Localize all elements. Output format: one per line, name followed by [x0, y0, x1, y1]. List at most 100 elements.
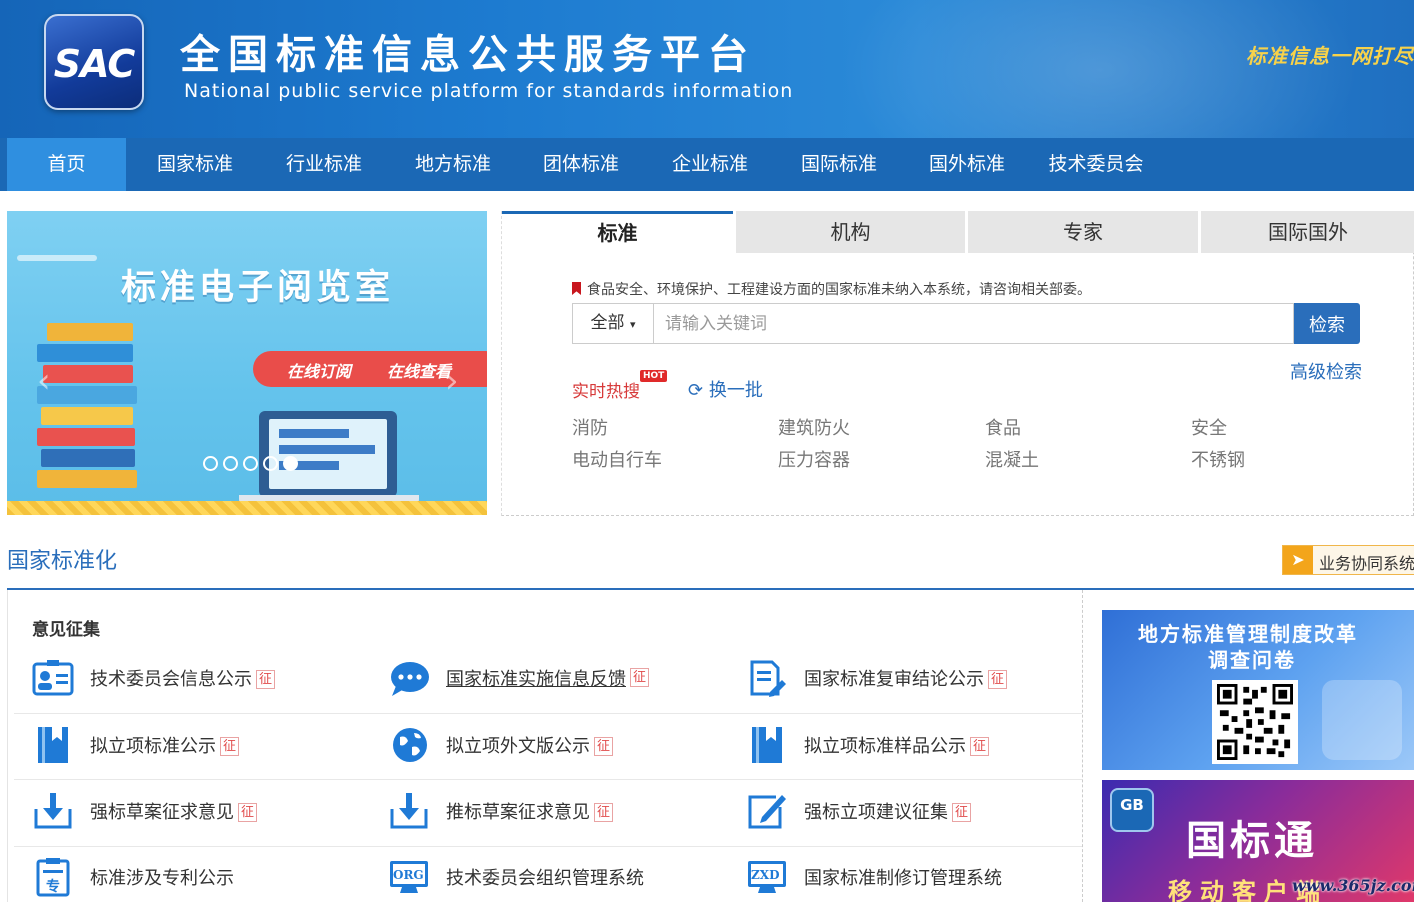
hot-keyword[interactable]: 压力容器: [778, 446, 850, 472]
opinion-item-label: 国家标准复审结论公示征: [804, 665, 1008, 691]
hot-keyword[interactable]: 混凝土: [985, 446, 1039, 472]
opinion-item-label: 国家标准实施信息反馈: [446, 669, 626, 690]
solicit-tag: 征: [220, 737, 240, 756]
gbt-title: 国标通: [1186, 817, 1318, 864]
tab-organization[interactable]: 机构: [736, 211, 965, 253]
solicit-tag: 征: [238, 803, 258, 822]
scope-dropdown[interactable]: 全部 ▾: [573, 304, 654, 343]
row-divider: [14, 779, 1082, 780]
laptop-illustration: [259, 411, 397, 497]
search-input[interactable]: [657, 306, 1293, 341]
hot-keyword[interactable]: 建筑防火: [778, 414, 850, 440]
nav-foreign-standards[interactable]: 国外标准: [906, 138, 1028, 191]
nav-enterprise-standards[interactable]: 企业标准: [649, 138, 771, 191]
banner-wave-border: [7, 501, 487, 515]
sac-logo[interactable]: SAC: [44, 14, 144, 110]
carousel-dot-2[interactable]: [223, 456, 238, 471]
refresh-link[interactable]: ⟳ 换一批: [688, 376, 763, 402]
carousel-dot-5[interactable]: [283, 456, 298, 471]
svg-text:专: 专: [46, 878, 60, 895]
site-subtitle: National public service platform for sta…: [184, 80, 794, 102]
id-card-icon: [32, 660, 74, 696]
banner-decor-line: [17, 255, 97, 261]
hot-keyword[interactable]: 安全: [1191, 414, 1227, 440]
solicit-tag: 征: [988, 670, 1008, 689]
book-icon: [38, 727, 68, 763]
opinion-item-label: 推标草案征求意见征: [446, 798, 614, 824]
opinion-item-label: 标准涉及专利公示: [90, 868, 234, 889]
nav-group-standards[interactable]: 团体标准: [520, 138, 642, 191]
solicit-tag: 征: [952, 803, 972, 822]
paper-plane-icon: ➤: [1283, 546, 1313, 574]
opinion-item-label: 拟立项外文版公示征: [446, 732, 614, 758]
solicit-tag: 征: [594, 737, 614, 756]
patent-doc-icon: 专: [36, 858, 70, 897]
edit-icon: [748, 795, 786, 829]
tab-expert[interactable]: 专家: [968, 211, 1198, 253]
tab-international[interactable]: 国际国外: [1201, 211, 1414, 253]
refresh-icon: ⟳: [688, 380, 704, 401]
search-box: 全部 ▾: [572, 303, 1294, 344]
org-icon: ORG: [390, 861, 428, 893]
opinion-item-label: 技术委员会组织管理系统: [446, 868, 644, 889]
business-collab-label: 业务协同系统: [1319, 554, 1414, 573]
opinion-item-label: 拟立项标准公示征: [90, 732, 240, 758]
nav-national-standards[interactable]: 国家标准: [134, 138, 256, 191]
opinion-title: 意见征集: [32, 620, 100, 640]
bookmark-flag-icon: [572, 282, 581, 295]
nav-international-standards[interactable]: 国际标准: [778, 138, 900, 191]
hot-search-label: 实时热搜: [572, 382, 640, 402]
nav-local-standards[interactable]: 地方标准: [392, 138, 514, 191]
book-stack-illustration: [37, 323, 143, 491]
tab-standard[interactable]: 标准: [502, 211, 733, 256]
nav-home[interactable]: 首页: [7, 138, 126, 191]
banner-pill-left: 在线订阅: [287, 362, 352, 381]
qr-code-icon: [1217, 684, 1293, 760]
nav-industry-standards[interactable]: 行业标准: [263, 138, 385, 191]
logo-text: SAC: [53, 42, 136, 86]
advanced-search-link[interactable]: 高级检索: [1290, 358, 1362, 384]
solicit-tag: 征: [630, 668, 650, 687]
svg-text:ORG: ORG: [393, 868, 424, 882]
opinion-item-label: 拟立项标准样品公示征: [804, 732, 990, 758]
book-icon: [752, 727, 782, 763]
hot-keyword[interactable]: 电动自行车: [572, 446, 662, 472]
carousel-dot-4[interactable]: [263, 456, 278, 471]
qr-code: [1212, 680, 1298, 764]
hot-badge: HOT: [640, 370, 668, 382]
refresh-label: 换一批: [708, 380, 763, 401]
document-edit-icon: [750, 660, 786, 697]
header-glow: [820, 0, 1380, 138]
banner-carousel[interactable]: 标准电子阅览室 在线订阅 在线查看 ‹ ›: [7, 211, 487, 515]
carousel-dot-1[interactable]: [203, 456, 218, 471]
scope-label: 全部: [590, 313, 625, 333]
notice-text: 食品安全、环境保护、工程建设方面的国家标准未纳入本系统，请咨询相关部委。: [572, 279, 1091, 299]
carousel-dot-3[interactable]: [243, 456, 258, 471]
carousel-dots: [203, 456, 303, 475]
hot-keyword[interactable]: 消防: [572, 414, 608, 440]
site-slogan: 标准信息一网打尽: [1246, 44, 1414, 68]
row-divider: [14, 846, 1082, 847]
zxd-icon: ZXD: [748, 861, 786, 893]
notice-label: 食品安全、环境保护、工程建设方面的国家标准未纳入本系统，请咨询相关部委。: [587, 282, 1091, 298]
hot-keyword[interactable]: 不锈钢: [1191, 446, 1245, 472]
nav-technical-committee[interactable]: 技术委员会: [1034, 138, 1158, 191]
search-button[interactable]: 检索: [1294, 303, 1360, 344]
carousel-next-icon[interactable]: ›: [445, 361, 459, 401]
main-nav: 首页 国家标准 行业标准 地方标准 团体标准 企业标准 国际标准 国外标准 技术…: [0, 138, 1414, 191]
section-title: 国家标准化: [7, 549, 118, 574]
hot-keyword[interactable]: 食品: [985, 414, 1021, 440]
row-divider: [14, 713, 1082, 714]
caret-down-icon: ▾: [629, 318, 636, 331]
opinion-item-label: 技术委员会信息公示征: [90, 665, 276, 691]
svg-text:ZXD: ZXD: [751, 868, 779, 882]
watermark-text: www.365jz.com: [1292, 876, 1414, 895]
solicit-tag: 征: [256, 670, 276, 689]
business-collab-button[interactable]: ➤ 业务协同系统: [1282, 545, 1414, 575]
opinion-item-label: 国家标准制修订管理系统: [804, 868, 1002, 889]
download-icon: [34, 793, 72, 829]
solicit-tag: 征: [970, 737, 990, 756]
carousel-prev-icon[interactable]: ‹: [37, 361, 51, 401]
banner-pill-right: 在线查看: [387, 362, 452, 381]
gb-badge-icon: GB: [1110, 788, 1154, 832]
